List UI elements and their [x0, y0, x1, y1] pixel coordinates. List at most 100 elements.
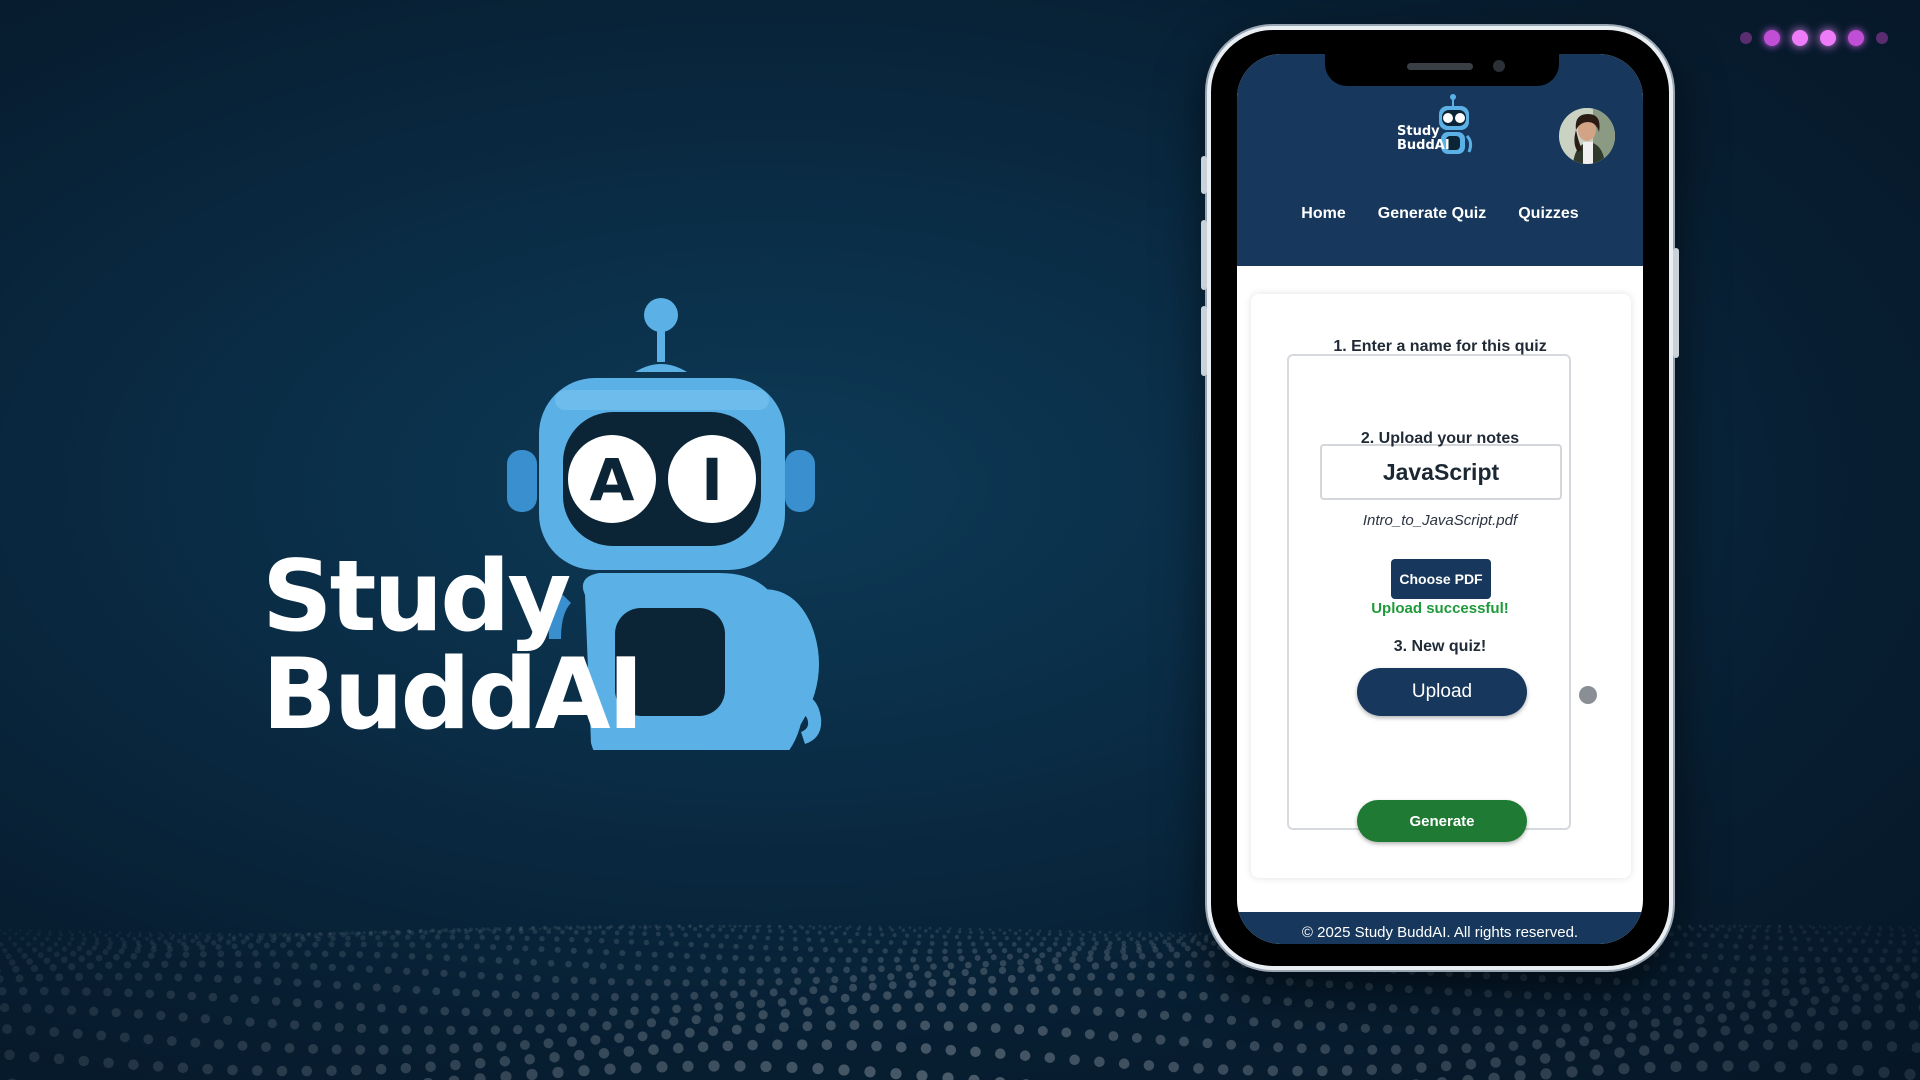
background-dot [524, 935, 530, 941]
background-dot [1094, 1056, 1105, 1068]
background-dot [1682, 992, 1691, 1001]
background-dot [1706, 979, 1714, 987]
phone-mockup: Study BuddAI Home Generate Quiz Quizzes [1201, 26, 1679, 970]
background-dot [20, 936, 25, 941]
background-dot [176, 938, 182, 944]
background-dot [1614, 1047, 1625, 1058]
nav-home[interactable]: Home [1301, 205, 1345, 223]
nav-quizzes[interactable]: Quizzes [1518, 205, 1578, 223]
background-dot [589, 977, 597, 985]
background-dot [557, 1023, 567, 1033]
background-dot [1912, 948, 1918, 954]
phone-volume-up-button [1201, 220, 1207, 290]
background-dot [217, 937, 223, 942]
background-dot [883, 991, 892, 1000]
upload-button[interactable]: Upload [1357, 668, 1527, 716]
background-dot [72, 1028, 83, 1039]
background-dot [999, 959, 1007, 967]
nav-generate-quiz[interactable]: Generate Quiz [1378, 205, 1486, 223]
background-dot [285, 937, 291, 943]
background-dot [31, 947, 38, 953]
background-dot [902, 940, 908, 946]
generate-button[interactable]: Generate [1357, 800, 1527, 842]
background-dot [1561, 1023, 1571, 1033]
background-dot [556, 926, 561, 931]
background-dot [604, 1063, 616, 1075]
background-dot [1208, 950, 1216, 958]
background-dot [928, 978, 937, 987]
background-dot [216, 960, 225, 968]
background-dot [925, 989, 934, 998]
background-dot [55, 973, 64, 982]
background-dot [70, 936, 75, 942]
background-dot [1822, 926, 1827, 930]
background-dot [400, 1062, 412, 1074]
background-dot [1088, 930, 1092, 934]
background-dot [1781, 988, 1790, 997]
avatar-icon[interactable] [1559, 108, 1615, 164]
background-dot [643, 939, 650, 946]
background-dot [1777, 929, 1782, 934]
background-dot [401, 1025, 411, 1035]
background-dot [693, 927, 698, 932]
background-dot [286, 950, 294, 957]
background-dot [779, 936, 784, 941]
background-dot [328, 963, 336, 972]
background-dot [1886, 965, 1894, 973]
background-dot [81, 933, 86, 937]
background-dot [446, 1025, 456, 1036]
background-dot [651, 1005, 660, 1015]
background-dot [486, 927, 490, 931]
background-dot [1818, 924, 1822, 928]
background-dot [1650, 1018, 1661, 1028]
background-dot [102, 949, 109, 956]
background-dot [755, 1023, 766, 1034]
background-dot [722, 1040, 734, 1052]
background-dot [867, 932, 872, 937]
background-dot [0, 928, 2, 932]
background-dot [1817, 976, 1826, 985]
background-dot [847, 938, 853, 944]
background-dot [58, 930, 62, 933]
choose-pdf-button[interactable]: Choose PDF [1391, 559, 1491, 599]
background-dot [132, 936, 137, 941]
background-dot [237, 1040, 248, 1051]
background-dot [1514, 1070, 1526, 1080]
background-dot [2, 1024, 13, 1034]
phone-mute-button [1201, 156, 1207, 194]
background-dot [194, 935, 199, 940]
quiz-name-input[interactable] [1320, 444, 1562, 500]
background-dot [882, 948, 888, 954]
background-dot [128, 1059, 139, 1070]
background-dot [1360, 1023, 1371, 1034]
background-dot [1777, 925, 1782, 929]
background-dot [552, 975, 560, 984]
app-logo-icon[interactable]: Study BuddAI [1395, 92, 1477, 162]
background-dot [1860, 939, 1866, 944]
background-dot [356, 951, 364, 958]
background-dot [403, 967, 411, 975]
background-dot [786, 1061, 798, 1073]
background-dot [1508, 1040, 1519, 1051]
background-dot [124, 988, 133, 998]
background-dot [579, 1022, 590, 1032]
background-dot [655, 926, 660, 931]
background-dot [313, 979, 322, 988]
background-dot [1273, 1042, 1284, 1053]
background-dot [509, 935, 515, 941]
background-dot [142, 960, 150, 969]
background-dot [961, 968, 969, 977]
background-dot [178, 932, 182, 935]
background-dot [113, 953, 120, 961]
background-dot [1650, 978, 1658, 987]
background-dot [4, 1049, 15, 1061]
background-dot [506, 944, 513, 951]
background-dot [1673, 1016, 1683, 1026]
background-dot [1811, 925, 1815, 930]
background-dot [1152, 946, 1159, 953]
background-dot [1485, 1042, 1495, 1053]
background-dot [1046, 946, 1053, 953]
background-dot [267, 1018, 277, 1029]
background-dot [78, 930, 82, 934]
background-dot [1267, 1065, 1279, 1077]
